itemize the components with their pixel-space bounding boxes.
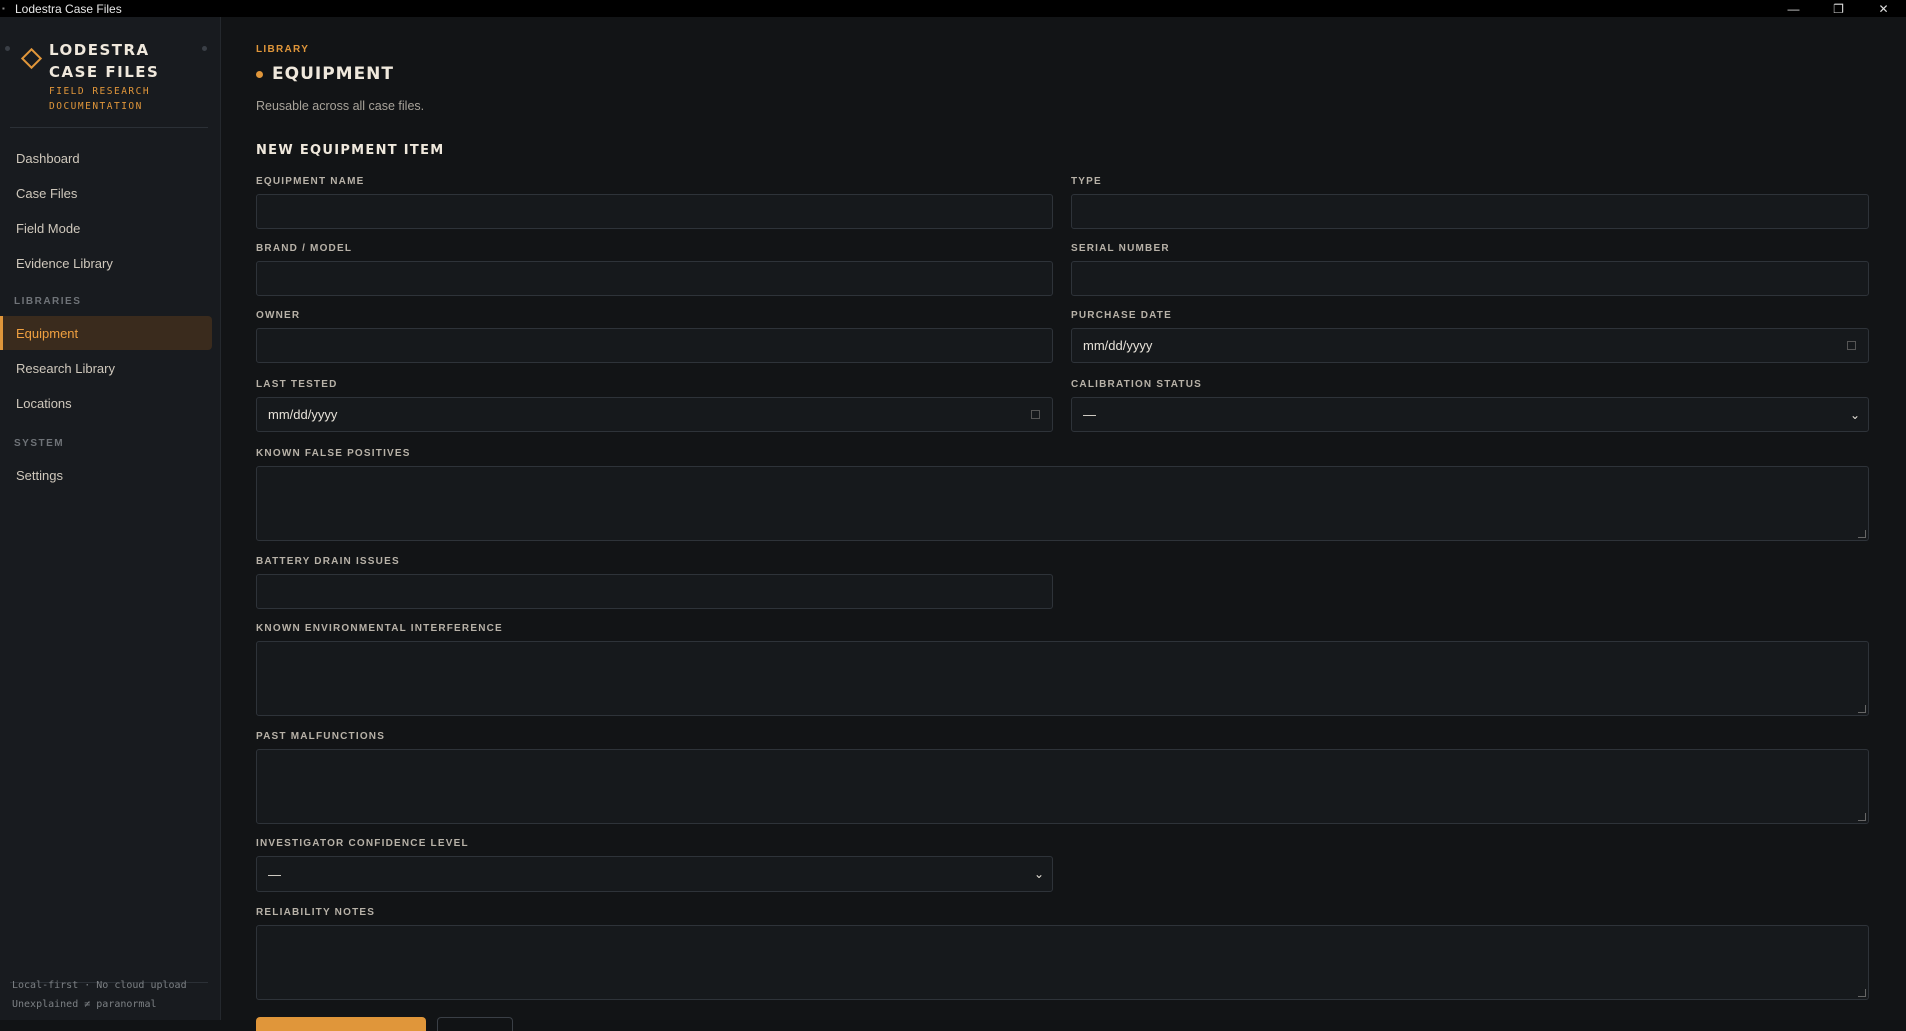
window-titlebar: ▪ Lodestra Case Files — ❐ ✕ [0,0,1906,17]
decor-dot-left [5,46,10,51]
calibration-status-label: CALIBRATION STATUS [1071,379,1203,390]
type-input[interactable] [1071,194,1869,229]
known-environmental-interference-label: KNOWN ENVIRONMENTAL INTERFERENCE [256,623,503,634]
sidebar-item-research-library[interactable]: Research Library [0,351,212,385]
cancel-button[interactable] [437,1017,513,1031]
brand-model-input[interactable] [256,261,1053,296]
last-tested-label: LAST TESTED [256,379,338,390]
purchase-date-label: PURCHASE DATE [1071,310,1172,321]
resize-grip-icon[interactable] [1858,705,1866,713]
investigator-confidence-level-value: — [268,866,281,882]
last-tested-value: mm/dd/yyyy [268,407,338,422]
reliability-notes-textarea[interactable] [256,925,1869,1000]
sidebar-item-evidence-library[interactable]: Evidence Library [0,246,212,280]
purchase-date-value: mm/dd/yyyy [1083,338,1153,353]
window-controls: — ❐ ✕ [1771,0,1906,17]
sidebar: LODESTRA CASE FILES FIELD RESEARCH DOCUM… [0,17,221,1020]
reliability-notes-label: RELIABILITY NOTES [256,907,376,918]
battery-drain-issues-label: BATTERY DRAIN ISSUES [256,556,400,567]
footer-line-2: Unexplained ≠ paranormal [12,999,157,1010]
sidebar-item-field-mode[interactable]: Field Mode [0,211,212,245]
window-title: Lodestra Case Files [15,1,122,16]
page-eyebrow: LIBRARY [256,44,310,55]
known-false-positives-textarea[interactable] [256,466,1869,541]
investigator-confidence-level-label: INVESTIGATOR CONFIDENCE LEVEL [256,838,469,849]
brand-name-line2: CASE FILES [49,63,160,81]
chevron-down-icon: ⌄ [1033,867,1044,881]
close-icon[interactable]: ✕ [1861,0,1906,17]
purchase-date-input[interactable]: mm/dd/yyyy [1071,328,1869,363]
sidebar-heading-libraries: LIBRARIES [14,296,82,307]
battery-drain-issues-input[interactable] [256,574,1053,609]
brand: LODESTRA CASE FILES FIELD RESEARCH DOCUM… [18,39,159,113]
calendar-icon[interactable] [1031,409,1040,419]
app-icon: ▪ [2,3,5,13]
calendar-icon[interactable] [1847,340,1856,350]
resize-grip-icon[interactable] [1858,989,1866,997]
brand-sub-line2: DOCUMENTATION [49,101,143,112]
owner-label: OWNER [256,310,301,321]
known-environmental-interference-textarea[interactable] [256,641,1869,716]
sidebar-divider [10,127,208,128]
save-button[interactable] [256,1017,426,1031]
equipment-name-input[interactable] [256,194,1053,229]
brand-name-line1: LODESTRA [49,41,150,59]
main-content: LIBRARY EQUIPMENT Reusable across all ca… [221,17,1906,1031]
sidebar-item-case-files[interactable]: Case Files [0,176,212,210]
resize-grip-icon[interactable] [1858,530,1866,538]
page-subtitle: Reusable across all case files. [256,99,425,113]
equipment-name-label: EQUIPMENT NAME [256,176,365,187]
minimize-icon[interactable]: — [1771,0,1816,17]
chevron-down-icon: ⌄ [1849,407,1860,422]
sidebar-item-dashboard[interactable]: Dashboard [0,141,212,175]
serial-number-label: SERIAL NUMBER [1071,243,1170,254]
page-title-text: EQUIPMENT [272,64,395,84]
form-section-title: NEW EQUIPMENT ITEM [256,143,445,158]
calibration-status-select[interactable]: — ⌄ [1071,397,1869,432]
calibration-status-value: — [1083,407,1096,422]
page-title: EQUIPMENT [256,64,394,84]
resize-grip-icon[interactable] [1858,813,1866,821]
serial-number-input[interactable] [1071,261,1869,296]
past-malfunctions-label: PAST MALFUNCTIONS [256,731,386,742]
title-bullet-icon [256,70,263,78]
diamond-logo-icon [20,47,43,70]
footer-line-1: Local-first · No cloud upload [12,980,187,991]
known-false-positives-label: KNOWN FALSE POSITIVES [256,448,411,459]
sidebar-heading-system: SYSTEM [14,438,65,449]
sidebar-item-settings[interactable]: Settings [0,458,212,492]
last-tested-input[interactable]: mm/dd/yyyy [256,397,1053,432]
investigator-confidence-level-select[interactable]: — ⌄ [256,856,1053,892]
brand-model-label: BRAND / MODEL [256,243,353,254]
brand-sub-line1: FIELD RESEARCH [49,86,151,97]
sidebar-item-equipment[interactable]: Equipment [0,316,212,350]
type-label: TYPE [1071,176,1102,187]
restore-icon[interactable]: ❐ [1816,0,1861,17]
past-malfunctions-textarea[interactable] [256,749,1869,824]
decor-dot-right [202,46,207,51]
sidebar-item-locations[interactable]: Locations [0,386,212,420]
owner-input[interactable] [256,328,1053,363]
